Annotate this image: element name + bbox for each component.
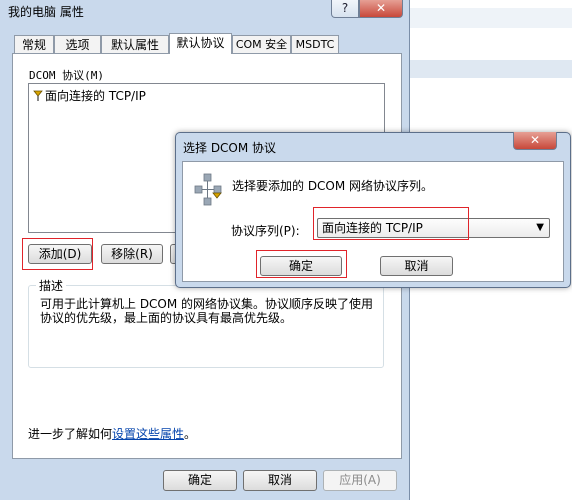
protocol-network-icon: [194, 173, 222, 206]
title-bar: 我的电脑 属性 ? ✕: [0, 0, 410, 32]
background-header: [410, 60, 572, 78]
modal-close-button[interactable]: ✕: [513, 132, 557, 150]
highlight-add-button: [22, 238, 93, 270]
help-button[interactable]: ?: [331, 0, 359, 18]
learn-more-suffix: 。: [184, 427, 197, 441]
protocol-sequence-label: 协议序列(P):: [231, 224, 300, 238]
highlight-modal-ok: [256, 250, 347, 278]
window-title: 我的电脑 属性: [8, 5, 84, 19]
list-item[interactable]: 面向连接的 TCP/IP: [33, 87, 146, 104]
network-protocol-icon: [33, 90, 43, 101]
learn-more-link[interactable]: 设置这些属性: [112, 427, 184, 441]
background-toolbar: [410, 8, 572, 28]
modal-prompt: 选择要添加的 DCOM 网络协议序列。: [232, 179, 434, 193]
tab-default-properties[interactable]: 默认属性: [101, 35, 169, 53]
modal-cancel-button[interactable]: 取消: [380, 256, 453, 276]
dropdown-arrow-icon[interactable]: ▼: [536, 219, 544, 237]
tab-com-security[interactable]: COM 安全: [232, 35, 291, 53]
list-item-label: 面向连接的 TCP/IP: [45, 89, 146, 103]
close-button[interactable]: ✕: [359, 0, 403, 18]
apply-button[interactable]: 应用(A): [323, 470, 397, 491]
highlight-select: [313, 207, 469, 240]
modal-title: 选择 DCOM 协议: [183, 141, 277, 155]
select-dcom-protocol-dialog: 选择 DCOM 协议 ✕ 选择要添加的 DCOM 网络协议序列。 协议序列(P)…: [175, 132, 571, 288]
tab-general[interactable]: 常规: [14, 35, 54, 53]
remove-button[interactable]: 移除(R): [101, 244, 163, 264]
cancel-button[interactable]: 取消: [243, 470, 317, 491]
learn-more-prefix: 进一步了解如何: [28, 427, 113, 441]
tab-options[interactable]: 选项: [54, 35, 101, 53]
protocol-list-label: DCOM 协议(M): [29, 69, 104, 82]
learn-more-line: 进一步了解如何设置这些属性。: [28, 425, 196, 442]
tab-msdtc[interactable]: MSDTC: [291, 35, 339, 53]
ok-button[interactable]: 确定: [163, 470, 237, 491]
description-text: 可用于此计算机上 DCOM 的网络协议集。协议顺序反映了使用协议的优先级，最上面…: [40, 297, 374, 325]
tab-default-protocols[interactable]: 默认协议: [169, 33, 232, 54]
description-title: 描述: [36, 277, 67, 294]
